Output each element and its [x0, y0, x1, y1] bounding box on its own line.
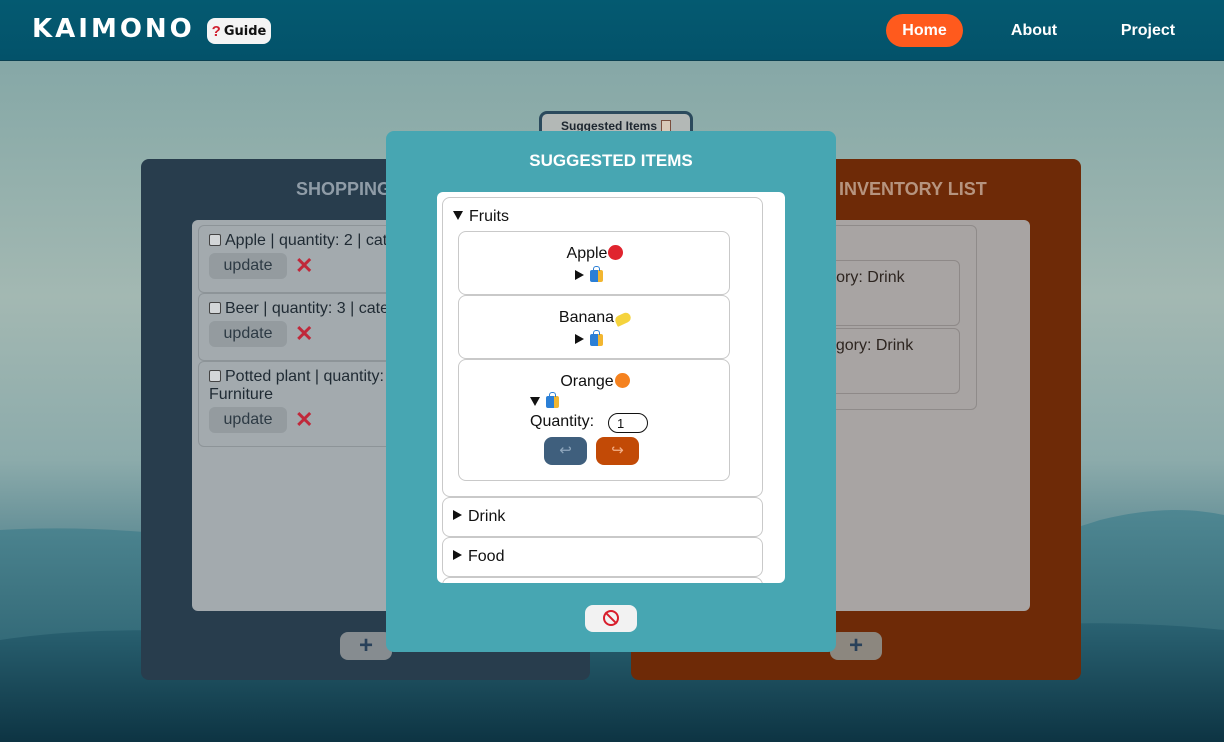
- apple-icon: [608, 245, 624, 260]
- category-label: Food: [468, 548, 505, 565]
- item-details-toggle[interactable]: [530, 392, 559, 412]
- suggested-item-apple: Apple: [458, 231, 730, 295]
- category-label: Fruits: [469, 208, 509, 225]
- suggested-item-orange: Orange Quantity: ↩ ↪: [458, 359, 730, 481]
- close-modal-button[interactable]: [585, 605, 637, 632]
- item-name: Banana: [459, 309, 731, 327]
- app-logo[interactable]: KAIMONO: [32, 14, 195, 44]
- item-name: Apple: [459, 245, 731, 263]
- modal-title: SUGGESTED ITEMS: [529, 151, 693, 170]
- shopping-bag-icon: [590, 330, 603, 346]
- category-drink: Drink: [442, 497, 763, 537]
- add-to-list-button[interactable]: ↪: [596, 437, 639, 465]
- question-mark-icon: ?: [211, 22, 221, 40]
- shopping-bag-icon: [546, 392, 559, 408]
- update-button[interactable]: update: [209, 253, 287, 279]
- triangle-right-icon: [575, 334, 584, 344]
- shopping-bag-icon: [590, 266, 603, 282]
- category-toggle[interactable]: Drink: [453, 508, 505, 526]
- category-partial: [442, 577, 763, 583]
- item-checkbox[interactable]: [209, 234, 221, 246]
- guide-label: Guide: [223, 23, 267, 39]
- delete-icon[interactable]: ✕: [295, 407, 313, 433]
- prohibited-icon: [603, 610, 619, 626]
- orange-icon: [614, 373, 630, 388]
- nav-home-link[interactable]: Home: [886, 14, 963, 47]
- quantity-input[interactable]: [608, 413, 648, 433]
- triangle-down-icon: [453, 211, 463, 220]
- item-details-toggle[interactable]: [575, 266, 603, 286]
- triangle-right-icon: [575, 270, 584, 280]
- category-label: Drink: [468, 508, 506, 525]
- update-button[interactable]: update: [209, 321, 287, 347]
- back-button[interactable]: ↩: [544, 437, 587, 465]
- item-checkbox[interactable]: [209, 370, 221, 382]
- category-toggle[interactable]: Fruits: [453, 208, 509, 226]
- add-item-button[interactable]: +: [340, 632, 392, 660]
- item-name: Orange: [459, 373, 731, 391]
- category-toggle[interactable]: Food: [453, 548, 504, 566]
- delete-icon[interactable]: ✕: [295, 253, 313, 279]
- update-button[interactable]: update: [209, 407, 287, 433]
- item-details-toggle[interactable]: [575, 330, 603, 350]
- quantity-label: Quantity:: [530, 413, 595, 430]
- modal-body: Fruits Apple Banana Orange Quantity: 1 ↩…: [437, 192, 785, 583]
- category-food: Food: [442, 537, 763, 577]
- add-item-button[interactable]: +: [830, 632, 882, 660]
- banana-icon: [613, 311, 633, 327]
- item-name-text: Banana: [558, 309, 615, 326]
- suggested-item-banana: Banana: [458, 295, 730, 359]
- delete-icon[interactable]: ✕: [295, 321, 313, 347]
- item-name-text: Orange: [560, 373, 614, 390]
- item-checkbox[interactable]: [209, 302, 221, 314]
- triangle-right-icon: [453, 510, 462, 520]
- inventory-list-title: INVENTORY LIST: [839, 179, 987, 199]
- item-name-text: Apple: [566, 245, 608, 262]
- nav-about-link[interactable]: About: [996, 14, 1072, 47]
- category-fruits: Fruits Apple Banana Orange Quantity: 1 ↩…: [442, 197, 763, 497]
- nav-project-link[interactable]: Project: [1108, 14, 1188, 47]
- suggested-items-modal: SUGGESTED ITEMS Fruits Apple Banana Oran…: [386, 131, 836, 652]
- navbar: KAIMONO ? Guide Home About Project: [0, 0, 1224, 61]
- guide-button[interactable]: ? Guide: [207, 18, 271, 44]
- triangle-down-icon: [530, 397, 540, 406]
- triangle-right-icon: [453, 550, 462, 560]
